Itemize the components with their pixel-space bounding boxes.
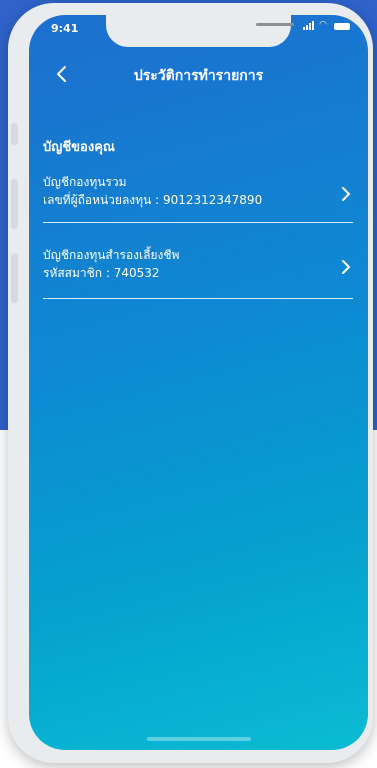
app-screen: 9:41 ◠ ประวัติการทำรายการ บัญชีของคุณ บั… [29, 15, 368, 750]
divider [43, 222, 353, 223]
account-detail: เลขที่ผู้ถือหน่วยลงทุน : 9012312347890 [43, 193, 263, 207]
status-time: 9:41 [51, 22, 79, 35]
phone-notch [106, 15, 294, 47]
status-icons: ◠ [303, 21, 350, 30]
chevron-right-icon [342, 260, 350, 274]
home-indicator[interactable] [147, 737, 251, 741]
phone-frame: 9:41 ◠ ประวัติการทำรายการ บัญชีของคุณ บั… [8, 3, 373, 763]
account-item-mutual-fund[interactable]: บัญชีกองทุนรวม เลขที่ผู้ถือหน่วยลงทุน : … [43, 173, 354, 209]
signal-icon [303, 21, 315, 30]
speaker-grille [256, 23, 294, 26]
account-name: บัญชีกองทุนสำรองเลี้ยงชีพ [43, 248, 180, 262]
volume-down-button [11, 253, 18, 303]
account-detail: รหัสสมาชิก : 740532 [43, 266, 160, 280]
volume-up-button [11, 179, 18, 229]
account-item-provident-fund[interactable]: บัญชีกองทุนสำรองเลี้ยงชีพ รหัสสมาชิก : 7… [43, 246, 354, 282]
account-name: บัญชีกองทุนรวม [43, 175, 127, 189]
section-title: บัญชีของคุณ [43, 140, 115, 155]
chevron-right-icon [342, 187, 350, 201]
divider [43, 298, 353, 299]
battery-icon [334, 23, 350, 30]
wifi-icon: ◠ [319, 20, 327, 30]
mute-switch [11, 123, 18, 145]
page-title: ประวัติการทำรายการ [133, 68, 264, 84]
